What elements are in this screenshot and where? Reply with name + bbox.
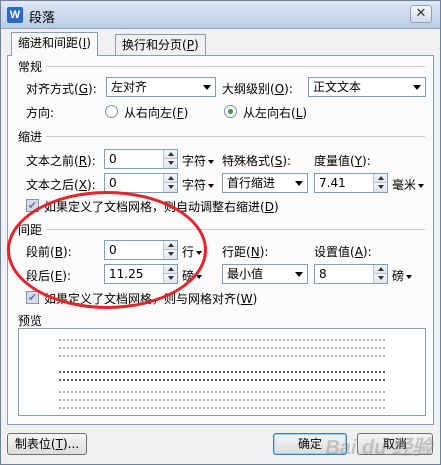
preview-heading: 预览 xyxy=(18,314,43,328)
general-heading: 常规 xyxy=(18,60,43,74)
setting-value-unit[interactable]: 磅 xyxy=(392,267,413,284)
close-button[interactable]: ✕ xyxy=(410,5,432,23)
tab-stops-button[interactable]: 制表位(T)... xyxy=(7,433,87,455)
space-after-label: 段后(E): xyxy=(26,269,72,283)
space-before-stepper[interactable]: 0 xyxy=(104,240,178,260)
spin-down-icon[interactable] xyxy=(373,183,387,192)
paragraph-dialog: W 段落 ✕ 缩进和间距(I) 换行和分页(P) 常规 对齐方式(G): 左对齐… xyxy=(0,0,441,465)
spin-down-icon[interactable] xyxy=(163,274,177,283)
tab-indent-spacing[interactable]: 缩进和间距(I) xyxy=(11,32,98,56)
indent-after-stepper[interactable]: 0 xyxy=(104,173,178,193)
spacing-grid-checkbox[interactable]: ✔ xyxy=(26,291,39,304)
outline-level-select[interactable]: 正文文本 xyxy=(308,77,426,97)
chevron-down-icon xyxy=(295,272,303,277)
indent-grid-checkbox[interactable]: ✔ xyxy=(26,199,39,212)
unit-dropdown-icon xyxy=(196,274,203,279)
space-after-stepper[interactable]: 11.25 xyxy=(104,264,178,284)
chevron-down-icon xyxy=(413,85,421,90)
setting-value-stepper[interactable]: 8 xyxy=(314,264,388,284)
preview-line xyxy=(59,379,385,381)
special-format-label: 特殊格式(S): xyxy=(222,154,292,168)
chevron-down-icon xyxy=(203,85,211,90)
ltr-radio[interactable] xyxy=(224,105,237,118)
rtl-label[interactable]: 从右向左(F) xyxy=(124,104,188,121)
tab-panel: 常规 对齐方式(G): 左对齐 大纲级别(O): 正文文本 方向: 从右向左(F… xyxy=(7,55,434,425)
outline-level-label: 大纲级别(O): xyxy=(222,82,293,96)
special-format-select[interactable]: 首行缩进 xyxy=(222,173,308,193)
preview-line xyxy=(59,339,385,341)
indent-after-unit[interactable]: 字符 xyxy=(182,176,215,193)
alignment-value: 左对齐 xyxy=(111,80,148,94)
measure-unit[interactable]: 毫米 xyxy=(392,176,425,193)
indent-before-value: 0 xyxy=(109,152,117,166)
spin-up-icon[interactable] xyxy=(163,150,177,159)
tab-line-page-breaks[interactable]: 换行和分页(P) xyxy=(115,34,206,56)
measure-label: 度量值(Y): xyxy=(314,154,371,168)
setting-value-label: 设置值(A): xyxy=(314,245,372,259)
tab-hotkey: P xyxy=(186,38,194,52)
line-spacing-select[interactable]: 最小值 xyxy=(222,264,308,284)
indent-divider xyxy=(46,136,425,137)
space-before-label: 段前(B): xyxy=(26,245,72,259)
watermark: Bai du 经验 xyxy=(325,437,432,459)
indent-grid-label[interactable]: 如果定义了文档网格，则自动调整右缩进(D) xyxy=(44,198,279,215)
preview-line xyxy=(59,399,385,401)
chevron-down-icon xyxy=(295,181,303,186)
space-after-unit[interactable]: 磅 xyxy=(182,267,203,284)
tab-hotkey: I xyxy=(82,36,87,50)
spin-up-icon[interactable] xyxy=(163,265,177,274)
special-format-value: 首行缩进 xyxy=(227,176,276,190)
space-before-unit[interactable]: 行 xyxy=(182,243,203,260)
preview-box xyxy=(18,328,426,416)
spacing-grid-label[interactable]: 如果定义了文档网格，则与网格对齐(W) xyxy=(44,290,257,307)
outline-level-value: 正文文本 xyxy=(313,80,362,94)
unit-dropdown-icon xyxy=(418,183,425,188)
spin-down-icon[interactable] xyxy=(373,274,387,283)
spin-down-icon[interactable] xyxy=(163,250,177,259)
indent-before-stepper[interactable]: 0 xyxy=(104,149,178,169)
measure-value: 7.41 xyxy=(319,176,346,190)
ltr-label[interactable]: 从左向右(L) xyxy=(243,104,307,121)
space-before-value: 0 xyxy=(109,243,117,257)
measure-stepper[interactable]: 7.41 xyxy=(314,173,388,193)
alignment-label: 对齐方式(G): xyxy=(26,82,97,96)
alignment-select[interactable]: 左对齐 xyxy=(106,77,216,97)
tab-label: 缩进和间距 xyxy=(18,36,79,50)
dialog-title: 段落 xyxy=(29,11,56,26)
title-bar[interactable]: W 段落 ✕ xyxy=(1,1,440,29)
indent-before-label: 文本之前(R): xyxy=(26,154,96,168)
tab-label: 换行和分页 xyxy=(122,38,183,52)
indent-before-unit[interactable]: 字符 xyxy=(182,152,215,169)
unit-dropdown-icon xyxy=(208,159,215,164)
line-spacing-value: 最小值 xyxy=(227,267,264,281)
space-after-value: 11.25 xyxy=(109,267,144,281)
setting-value: 8 xyxy=(319,267,327,281)
unit-dropdown-icon xyxy=(208,183,215,188)
preview-line xyxy=(59,371,385,373)
line-spacing-label: 行距(N): xyxy=(222,245,269,259)
spin-down-icon[interactable] xyxy=(163,159,177,168)
indent-after-label: 文本之后(X): xyxy=(26,178,96,192)
preview-line xyxy=(59,347,385,349)
general-divider xyxy=(46,66,425,67)
spin-up-icon[interactable] xyxy=(373,174,387,183)
wps-writer-icon: W xyxy=(7,7,23,23)
spacing-divider xyxy=(46,229,425,230)
spin-up-icon[interactable] xyxy=(373,265,387,274)
direction-label: 方向: xyxy=(26,106,55,120)
preview-line xyxy=(59,391,385,393)
spin-down-icon[interactable] xyxy=(163,183,177,192)
indent-heading: 缩进 xyxy=(18,130,43,144)
rtl-radio[interactable] xyxy=(105,105,118,118)
preview-line xyxy=(59,355,385,357)
spin-up-icon[interactable] xyxy=(163,174,177,183)
spacing-heading: 间距 xyxy=(18,223,43,237)
preview-line xyxy=(59,407,385,409)
unit-dropdown-icon xyxy=(406,274,413,279)
spin-up-icon[interactable] xyxy=(163,241,177,250)
unit-dropdown-icon xyxy=(196,250,203,255)
indent-after-value: 0 xyxy=(109,176,117,190)
